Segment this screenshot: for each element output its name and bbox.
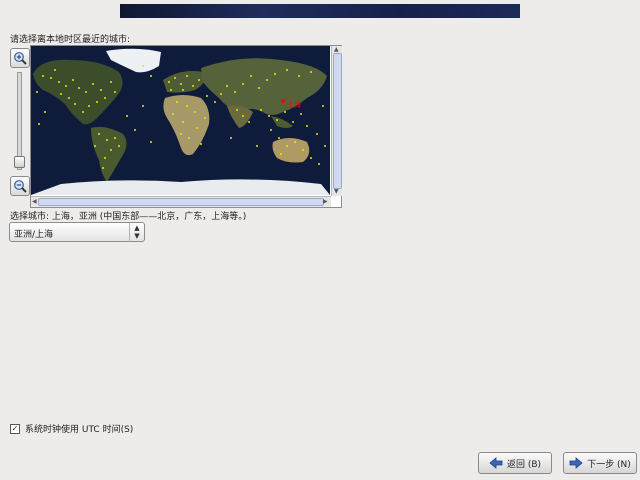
world-map-image: 上海 — [31, 46, 330, 195]
timezone-select[interactable]: 亚洲/上海 ▲ ▼ — [9, 222, 145, 242]
map-city-label: 上海 — [287, 100, 301, 109]
timezone-map-frame: 上海 ▲ ▼ ◀ ▶ — [30, 45, 342, 208]
map-vertical-scroll-thumb[interactable] — [333, 53, 342, 189]
back-button-label: 返回 (B) — [506, 459, 542, 470]
next-button[interactable]: 下一步 (N) — [563, 452, 637, 474]
timezone-select-value: 亚洲/上海 — [14, 230, 54, 240]
zoom-out-icon — [14, 180, 27, 193]
arrow-right-icon — [569, 457, 583, 469]
map-prompt: 请选择离本地时区最近的城市: — [10, 35, 131, 45]
map-vertical-scrollbar[interactable]: ▲ ▼ — [331, 46, 342, 196]
utc-checkbox[interactable]: ✓ — [10, 423, 20, 434]
top-banner — [120, 4, 520, 18]
utc-option[interactable]: ✓ 系统时钟使用 UTC 时间(S) — [10, 422, 133, 435]
zoom-in-icon — [14, 52, 27, 65]
next-button-label: 下一步 (N) — [587, 459, 631, 470]
arrow-left-icon — [489, 457, 503, 469]
world-map[interactable]: 上海 — [31, 46, 330, 195]
map-horizontal-scrollbar[interactable]: ◀ ▶ — [31, 196, 331, 207]
zoom-slider-handle[interactable] — [14, 156, 25, 168]
select-arrows-icon: ▲ ▼ — [129, 223, 144, 242]
zoom-out-button[interactable] — [10, 176, 30, 196]
map-horizontal-scroll-thumb[interactable] — [38, 198, 324, 206]
utc-label: 系统时钟使用 UTC 时间(S) — [25, 425, 134, 435]
selected-city-label: 选择城市: 上海，亚洲 (中国东部——北京，广东，上海等。) — [10, 212, 247, 222]
zoom-in-button[interactable] — [10, 48, 30, 68]
back-button[interactable]: 返回 (B) — [478, 452, 552, 474]
